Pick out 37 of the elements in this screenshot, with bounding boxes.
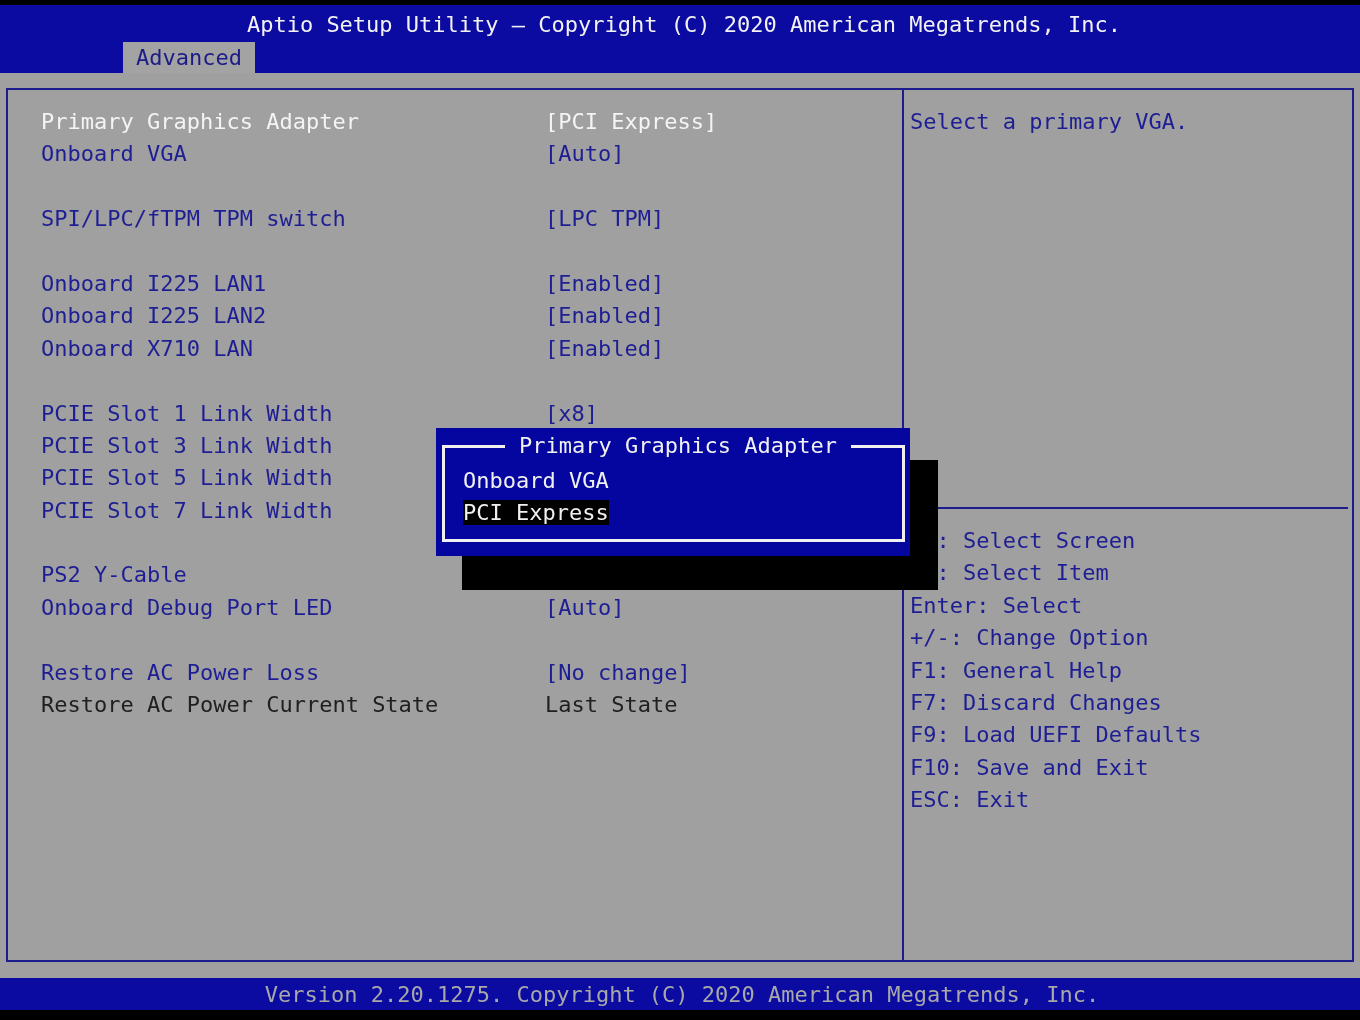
setting-label[interactable]: Onboard I225 LAN1 bbox=[41, 267, 267, 301]
setting-label[interactable]: Onboard X710 LAN bbox=[41, 332, 253, 366]
key-hint: ESC: Exit bbox=[910, 786, 1031, 815]
setting-value[interactable]: [Enabled] bbox=[545, 332, 665, 366]
key-hint: : Select Item bbox=[935, 559, 1110, 588]
key-hint: : Select Screen bbox=[935, 527, 1137, 555]
setting-label: Restore AC Power Current State bbox=[41, 691, 439, 720]
setting-value[interactable]: [LPC TPM] bbox=[545, 203, 665, 236]
setting-value[interactable]: [x8] bbox=[545, 397, 598, 430]
key-hint: +/-: Change Option bbox=[910, 624, 1150, 653]
setting-label[interactable]: PCIE Slot 7 Link Width bbox=[41, 494, 333, 528]
setting-label[interactable]: PCIE Slot 1 Link Width bbox=[41, 397, 333, 430]
setting-value[interactable]: [No change] bbox=[545, 656, 691, 690]
setting-value[interactable]: [Auto] bbox=[545, 591, 625, 625]
setting-label[interactable]: PS2 Y-Cable bbox=[41, 559, 187, 592]
setting-label[interactable]: Onboard I225 LAN2 bbox=[41, 300, 267, 333]
window-title: Aptio Setup Utility – Copyright (C) 2020 American Megatrends, Inc. bbox=[245, 11, 1123, 39]
setting-value[interactable]: [Enabled] bbox=[545, 267, 665, 301]
setting-label[interactable]: SPI/LPC/fTPM TPM switch bbox=[41, 203, 346, 236]
setting-value[interactable]: [Auto] bbox=[545, 138, 625, 171]
setting-label[interactable]: Onboard VGA bbox=[41, 138, 187, 171]
setting-value[interactable]: [Enabled] bbox=[545, 300, 665, 333]
help-text: Select a primary VGA. bbox=[910, 108, 1190, 136]
popup-option[interactable]: PCI Express bbox=[463, 500, 609, 526]
setting-label[interactable]: Restore AC Power Loss bbox=[41, 656, 320, 690]
key-hint: F10: Save and Exit bbox=[910, 753, 1150, 782]
version-text: Version 2.20.1275. Copyright (C) 2020 American Megatrends, Inc. bbox=[263, 981, 1100, 1009]
setting-label[interactable]: Onboard Debug Port LED bbox=[41, 591, 333, 625]
key-hint: Enter: Select bbox=[910, 591, 1084, 620]
key-hint: F7: Discard Changes bbox=[910, 688, 1163, 717]
tab[interactable]: Advanced bbox=[123, 42, 255, 73]
setting-value: Last State bbox=[545, 691, 678, 720]
setting-label[interactable]: PCIE Slot 5 Link Width bbox=[41, 462, 333, 495]
key-hint: F1: General Help bbox=[910, 656, 1123, 685]
setting-label[interactable]: PCIE Slot 3 Link Width bbox=[41, 429, 333, 463]
key-hint: F9: Load UEFI Defaults bbox=[910, 721, 1203, 750]
popup-option[interactable]: Onboard VGA bbox=[463, 468, 609, 493]
